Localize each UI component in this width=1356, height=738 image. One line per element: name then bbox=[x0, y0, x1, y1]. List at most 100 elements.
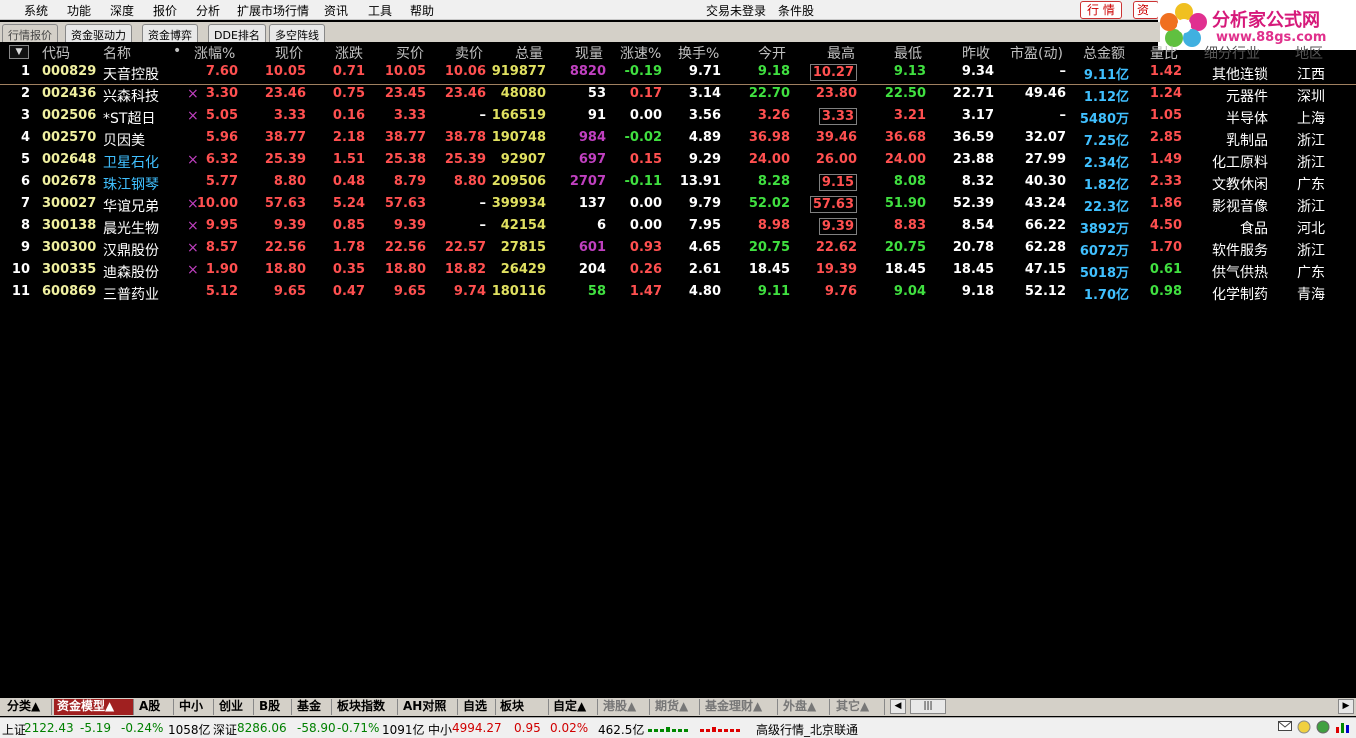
col-open[interactable]: 今开 bbox=[758, 43, 786, 63]
table-row[interactable]: 2 002436 兴森科技 × 3.30 23.46 0.75 23.45 23.46 48080… bbox=[0, 84, 1356, 106]
connection-status[interactable]: 高级行情_北京联通 bbox=[756, 721, 858, 738]
col-change-pct[interactable]: 涨幅% bbox=[194, 43, 235, 63]
tab-futures[interactable]: 期货▲ bbox=[652, 699, 700, 715]
table-row[interactable]: 3 002506 *ST超日 × 5.05 3.33 0.16 3.33–166519 91 0.… bbox=[0, 106, 1356, 128]
sz-index-label: 深证 bbox=[213, 723, 238, 737]
cell-chg: 5.05 bbox=[205, 108, 238, 123]
tab-hk-stock[interactable]: 港股▲ bbox=[600, 699, 650, 715]
col-volume[interactable]: 总量 bbox=[515, 43, 543, 63]
cell-pe: – bbox=[1059, 108, 1067, 123]
cell-ask: 10.06 bbox=[444, 64, 486, 79]
col-code[interactable]: 代码 bbox=[42, 43, 70, 63]
table-row[interactable]: 7 300027 华谊兄弟 × 10.00 57.63 5.24 57.63–399934 13… bbox=[0, 194, 1356, 216]
cell-ind: 乳制品 bbox=[1226, 133, 1268, 149]
quote-button[interactable]: 行 情 bbox=[1080, 1, 1122, 19]
cell-prev: 20.78 bbox=[952, 240, 994, 255]
tab-category[interactable]: 分类▲ bbox=[4, 699, 52, 715]
tab-fund[interactable]: 基金 bbox=[294, 699, 332, 715]
table-row[interactable]: 10 300335 迪森股份 × 1.90 18.80 0.35 18.80 18.82 2642… bbox=[0, 260, 1356, 282]
cell-ask: – bbox=[479, 196, 487, 211]
cell-area: 江西 bbox=[1297, 67, 1325, 83]
tab-ah-compare[interactable]: AH对照 bbox=[400, 699, 458, 715]
stats-icon[interactable] bbox=[1335, 720, 1351, 737]
cell-amt: 9.11亿 bbox=[1083, 68, 1129, 83]
tab-bull-bear[interactable]: 多空阵线 bbox=[269, 24, 325, 42]
tab-dde-rank[interactable]: DDE排名 bbox=[208, 24, 266, 42]
tab-capital-game[interactable]: 资金博弈 bbox=[142, 24, 198, 42]
col-industry[interactable]: 细分行业 bbox=[1204, 43, 1268, 63]
col-speed[interactable]: 涨速% bbox=[620, 43, 661, 63]
menu-system[interactable]: 系统 bbox=[24, 2, 48, 19]
scroll-thumb[interactable]: ||| bbox=[910, 699, 946, 714]
col-amount[interactable]: 总金额 bbox=[1083, 43, 1125, 63]
col-cur-volume[interactable]: 现量 bbox=[575, 43, 603, 63]
table-row[interactable]: 6 002678 珠江钢琴 5.77 8.80 0.48 8.79 8.80 209506 270… bbox=[0, 172, 1356, 194]
table-row[interactable]: 1 000829 天音控股 7.60 10.05 0.71 10.05 10.06 919877… bbox=[0, 62, 1356, 84]
cell-mark: × bbox=[187, 218, 199, 234]
cell-amt: 1.12亿 bbox=[1083, 90, 1129, 105]
condition-stock[interactable]: 条件股 bbox=[778, 2, 814, 19]
col-diff[interactable]: 涨跌 bbox=[335, 43, 363, 63]
tab-gem[interactable]: 创业 bbox=[216, 699, 254, 715]
menu-news[interactable]: 资讯 bbox=[324, 2, 348, 19]
tab-a-share[interactable]: A股 bbox=[136, 699, 174, 715]
cell-code: 002678 bbox=[42, 174, 97, 189]
table-row[interactable]: 9 300300 汉鼎股份 × 8.57 22.56 1.78 22.56 22.57 27815… bbox=[0, 238, 1356, 260]
tab-watchlist[interactable]: 自选 bbox=[460, 699, 496, 715]
tab-foreign-market[interactable]: 外盘▲ bbox=[780, 699, 830, 715]
menu-extended-market[interactable]: 扩展市场行情 bbox=[237, 2, 309, 19]
table-row[interactable]: 5 002648 卫星石化 × 6.32 25.39 1.51 25.38 25.39 92907… bbox=[0, 150, 1356, 172]
col-prev-close[interactable]: 昨收 bbox=[962, 43, 990, 63]
table-row[interactable]: 11 600869 三普药业 5.12 9.65 0.47 9.65 9.74 180116 58… bbox=[0, 282, 1356, 304]
cell-open: 24.00 bbox=[748, 152, 790, 167]
col-turnover[interactable]: 换手% bbox=[678, 43, 719, 63]
col-pe[interactable]: 市盈(动) bbox=[1010, 43, 1063, 63]
sort-desc-icon[interactable]: ▼ bbox=[9, 45, 29, 59]
network-icon[interactable] bbox=[1316, 720, 1330, 737]
menu-analysis[interactable]: 分析 bbox=[196, 2, 220, 19]
col-volume-ratio[interactable]: 量比 bbox=[1150, 43, 1180, 63]
menu-help[interactable]: 帮助 bbox=[410, 2, 434, 19]
col-price[interactable]: 现价 bbox=[275, 43, 303, 63]
mail-icon[interactable] bbox=[1278, 720, 1292, 735]
tab-other[interactable]: 其它▲ bbox=[833, 699, 885, 715]
menu-function[interactable]: 功能 bbox=[67, 2, 91, 19]
cell-code: 002570 bbox=[42, 130, 97, 145]
cell-ratio: 1.24 bbox=[1149, 86, 1182, 101]
cell-cur: 53 bbox=[587, 86, 606, 101]
cell-turn: 7.95 bbox=[688, 218, 721, 233]
col-ask[interactable]: 卖价 bbox=[455, 43, 483, 63]
table-row[interactable]: 4 002570 贝因美 5.96 38.77 2.18 38.77 38.78 190748 9… bbox=[0, 128, 1356, 150]
tab-sector[interactable]: 板块 bbox=[497, 699, 549, 715]
cell-turn: 2.61 bbox=[688, 262, 721, 277]
tab-custom[interactable]: 自定▲ bbox=[550, 699, 598, 715]
col-name[interactable]: 名称 bbox=[103, 43, 131, 63]
cell-chg: 5.96 bbox=[205, 130, 238, 145]
scroll-left-icon[interactable]: ◀ bbox=[890, 699, 906, 714]
tab-quote-list[interactable]: 行情报价 bbox=[2, 24, 58, 42]
col-bid[interactable]: 买价 bbox=[396, 43, 424, 63]
chat-icon[interactable] bbox=[1297, 720, 1311, 737]
menu-quote[interactable]: 报价 bbox=[153, 2, 177, 19]
menu-depth[interactable]: 深度 bbox=[110, 2, 134, 19]
tab-sector-index[interactable]: 板块指数 bbox=[334, 699, 398, 715]
cell-price: 23.46 bbox=[264, 86, 306, 101]
cell-ratio: 1.49 bbox=[1149, 152, 1182, 167]
tab-b-share[interactable]: B股 bbox=[256, 699, 292, 715]
cell-mark: × bbox=[187, 108, 199, 124]
info-button[interactable]: 资 bbox=[1133, 1, 1159, 19]
tab-fund-finance[interactable]: 基金理财▲ bbox=[702, 699, 778, 715]
scroll-right-icon[interactable]: ▶ bbox=[1338, 699, 1354, 714]
col-area[interactable]: 地区 bbox=[1295, 43, 1325, 63]
sz-index-pct: -0.71% bbox=[337, 721, 380, 735]
menu-tools[interactable]: 工具 bbox=[368, 2, 392, 19]
tab-capital-model[interactable]: 资金模型▲ bbox=[54, 699, 134, 715]
zx-index-pct: 0.02% bbox=[550, 721, 589, 735]
trade-login-status[interactable]: 交易未登录 bbox=[706, 2, 766, 19]
col-high[interactable]: 最高 bbox=[827, 43, 855, 63]
col-low[interactable]: 最低 bbox=[894, 43, 922, 63]
tab-capital-drive[interactable]: 资金驱动力 bbox=[65, 24, 132, 42]
table-row[interactable]: 8 300138 晨光生物 × 9.95 9.39 0.85 9.39 –42154 6 0.00 7… bbox=[0, 216, 1356, 238]
cell-area: 青海 bbox=[1297, 287, 1325, 303]
tab-sme[interactable]: 中小 bbox=[176, 699, 214, 715]
